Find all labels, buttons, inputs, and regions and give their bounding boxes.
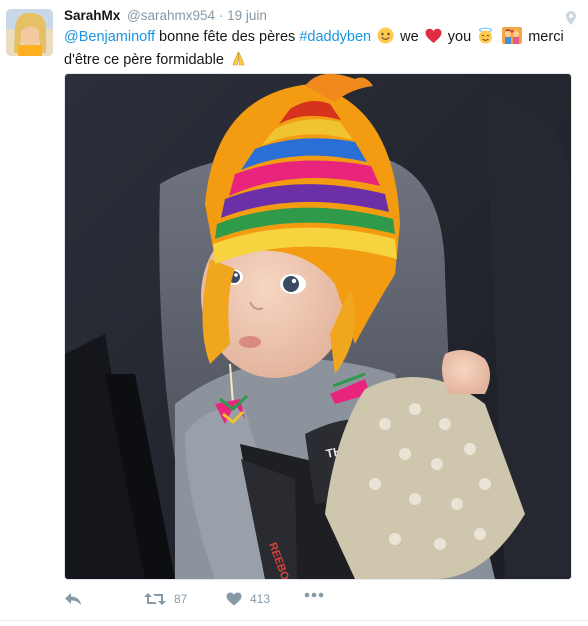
- tweet-text: @Benjaminoff bonne fête des pères #daddy…: [64, 27, 576, 73]
- tweet-text-part1: bonne fête des pères: [155, 29, 300, 45]
- tweet-text-line2: d'être ce père formidable: [64, 52, 224, 68]
- reply-icon: [64, 592, 82, 606]
- tweet-text-part2: we: [396, 29, 423, 45]
- more-button[interactable]: [304, 592, 324, 598]
- retweet-button[interactable]: 87: [144, 592, 187, 606]
- retweet-icon: [144, 592, 166, 606]
- bottom-divider: [0, 620, 588, 621]
- retweet-count: 87: [174, 592, 188, 606]
- reply-button[interactable]: [64, 592, 82, 606]
- like-count: 413: [250, 592, 271, 606]
- smiling-face-emoji-icon: [377, 27, 394, 50]
- hashtag-link[interactable]: #daddyben: [299, 29, 371, 45]
- user-handle[interactable]: @sarahmx954: [127, 8, 215, 23]
- tweet-date[interactable]: 19 juin: [227, 8, 267, 23]
- tweet-header: SarahMx @sarahmx954 · 19 juin: [64, 8, 267, 23]
- couple-with-heart-emoji-icon: [502, 27, 523, 50]
- like-button[interactable]: 413: [226, 592, 270, 606]
- heart-icon: [226, 592, 242, 606]
- heart-emoji-icon: [425, 28, 442, 50]
- tweet-text-part4: merci: [524, 29, 564, 45]
- tweet-text-part3: you: [443, 29, 476, 45]
- mention-link[interactable]: @Benjaminoff: [64, 29, 155, 45]
- angel-face-emoji-icon: [477, 27, 494, 50]
- tweet: SarahMx @sarahmx954 · 19 juin @Benjamino…: [0, 0, 588, 626]
- tweet-actions: 87 413: [64, 592, 564, 612]
- avatar[interactable]: [6, 9, 53, 56]
- more-dots-icon: [304, 592, 324, 598]
- folded-hands-emoji-icon: [230, 50, 247, 73]
- display-name[interactable]: SarahMx: [64, 8, 120, 23]
- tweet-photo[interactable]: REEBOK THE ROLLING: [64, 73, 572, 580]
- separator-dot: ·: [218, 8, 224, 23]
